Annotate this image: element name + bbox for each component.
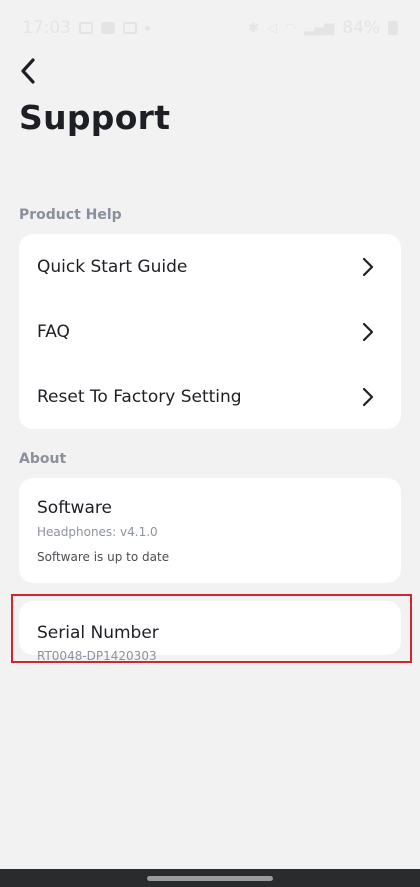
gallery-notification-icon xyxy=(79,22,93,34)
quick-start-guide-item[interactable]: Quick Start Guide xyxy=(19,234,401,299)
battery-percentage: 84% xyxy=(342,18,380,38)
serial-number-card[interactable]: Serial Number RT0048-DP1420303 xyxy=(19,601,401,663)
back-button[interactable] xyxy=(14,56,42,86)
wifi-icon: ◠ xyxy=(284,20,297,36)
status-bar-left: 17:03 xyxy=(22,18,150,38)
status-bar: 17:03 ✱ ◁ ◠ ▂▄▆ 84% xyxy=(0,0,420,56)
product-help-card: Quick Start Guide FAQ Reset To Factory S… xyxy=(19,234,401,429)
more-notifications-icon xyxy=(145,25,150,31)
navigation-bar xyxy=(0,869,420,887)
serial-number-value: RT0048-DP1420303 xyxy=(37,649,157,663)
home-indicator[interactable] xyxy=(147,876,273,881)
reset-factory-setting-item[interactable]: Reset To Factory Setting xyxy=(19,364,401,429)
serial-number-title: Serial Number xyxy=(37,623,159,643)
chevron-left-icon xyxy=(21,58,35,84)
status-time: 17:03 xyxy=(22,18,71,38)
quick-start-guide-label: Quick Start Guide xyxy=(37,256,188,277)
software-status: Software is up to date xyxy=(37,550,170,564)
section-label-product-help: Product Help xyxy=(19,207,122,223)
bluetooth-icon: ✱ xyxy=(247,20,259,36)
software-card[interactable]: Software Headphones: v4.1.0 Software is … xyxy=(19,478,401,583)
chevron-right-icon xyxy=(361,387,375,407)
message-notification-icon xyxy=(123,22,137,34)
faq-item[interactable]: FAQ xyxy=(19,299,401,364)
reset-factory-setting-label: Reset To Factory Setting xyxy=(37,386,242,407)
page-title: Support xyxy=(19,98,171,137)
software-version: Headphones: v4.1.0 xyxy=(37,525,158,539)
section-label-about: About xyxy=(19,451,67,467)
faq-label: FAQ xyxy=(37,321,70,342)
status-bar-right: ✱ ◁ ◠ ▂▄▆ 84% xyxy=(248,18,398,38)
mute-icon: ◁ xyxy=(266,20,277,36)
app-notification-icon xyxy=(101,22,115,34)
signal-icon: ▂▄▆ xyxy=(304,20,335,36)
battery-icon xyxy=(388,21,398,35)
chevron-right-icon xyxy=(361,257,375,277)
software-title: Software xyxy=(37,498,112,518)
chevron-right-icon xyxy=(361,322,375,342)
